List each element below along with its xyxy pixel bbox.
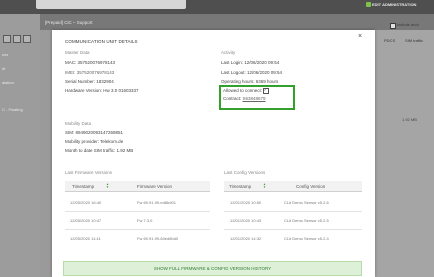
table-cell: 1.92 MB — [402, 117, 417, 122]
table-cell: Fw 69.91.99-ed8bd01 — [137, 200, 176, 205]
tool-button[interactable] — [23, 35, 31, 43]
config-timestamp-header[interactable]: Timestamp — [229, 184, 251, 189]
mac-field: MAC: 357520076978143 — [65, 60, 116, 65]
table-cell: Fw 7.3.0 — [137, 218, 153, 223]
serial-field: Serial Number: 1832904 — [65, 79, 114, 84]
table-cell: 12/05/2020 16:40 — [70, 200, 102, 205]
firmware-heading: Last Firmware Versions — [65, 170, 113, 175]
sidebar-item[interactable]: dr — [2, 66, 6, 71]
close-icon[interactable]: × — [358, 33, 362, 40]
firmware-version-header: Firmware Version — [137, 184, 173, 189]
table-cell: 12/01/2020 14:32 — [230, 236, 262, 241]
operating-hours-field: Operating hours: 6369 hours — [221, 79, 279, 84]
firmware-table-header: Timestamp ▲ ▼ Firmware Version — [65, 181, 210, 192]
contract-field: Contract: S63848679 — [223, 96, 266, 101]
include-archive-checkbox[interactable] — [390, 23, 396, 29]
modal-title: COMMUNICATION UNIT DETAILS — [65, 39, 138, 44]
sidebar-item[interactable]: C - Floating — [2, 107, 23, 112]
last-logout-field: Last Logout: 12/06/2020 09:54 — [221, 70, 283, 75]
allowed-to-connect-label: Allowed to connect: — [223, 88, 263, 94]
table-cell: 12/01/2020 10:50 — [230, 200, 262, 205]
sidebar-item[interactable]: ces — [2, 52, 8, 57]
table-cell: CLit Demo Sensor v5.2.5 — [284, 218, 329, 223]
table-row — [65, 211, 210, 212]
communication-unit-modal: COMMUNICATION UNIT DETAILS × Master Data… — [52, 30, 375, 277]
admin-icon — [366, 2, 371, 7]
table-cell: Fw 69.91.99-60ed8bd0 — [137, 236, 179, 241]
contract-link[interactable]: S63848679 — [243, 96, 266, 101]
table-row — [224, 211, 362, 212]
search-bar[interactable] — [36, 0, 186, 9]
sim-field: SIM: 8949020093147269851 — [65, 130, 124, 135]
show-full-history-button[interactable]: SHOW FULL FIRMWARE & CONFIG VERSION HIST… — [63, 261, 362, 276]
table-cell: CLit Demo Sensor v5.2.6 — [284, 200, 329, 205]
sort-descending-icon[interactable]: ▼ — [263, 186, 266, 189]
table-cell: 12/01/2020 10:43 — [230, 218, 262, 223]
column-header: SIM traffic — [405, 38, 423, 43]
allowed-to-connect-field: Allowed to connect: — [223, 87, 270, 94]
tool-button[interactable] — [3, 35, 11, 43]
edit-administration-link[interactable]: EDIT ADMINISTRATION — [372, 2, 416, 7]
mobility-data-heading: Mobility Data — [65, 121, 92, 126]
sim-traffic-field: Month to date SIM traffic: 1.92 MB — [65, 148, 134, 153]
config-version-header: Config Version — [296, 184, 326, 189]
hardware-field: Hardware Version: Hw 3.0 01603337 — [65, 88, 139, 93]
config-table-header: Timestamp ▲ ▼ Config Version — [224, 181, 362, 192]
table-cell: 12/05/2020 10:47 — [70, 218, 102, 223]
master-data-heading: Master Data — [65, 50, 90, 55]
tool-button[interactable] — [13, 35, 21, 43]
last-login-field: Last Login: 12/06/2020 09:54 — [221, 60, 280, 65]
imei-field: IMEI: 357520076978143 — [65, 70, 115, 75]
table-cell: 12/05/2020 11:41 — [70, 236, 101, 241]
activity-heading: Activity — [221, 50, 236, 55]
contract-label: Contract: — [223, 96, 242, 101]
sidebar-item[interactable]: alation — [2, 80, 14, 85]
sort-descending-icon[interactable]: ▼ — [106, 186, 109, 189]
allowed-to-connect-checkbox[interactable] — [263, 87, 270, 94]
mobility-provider-field: Mobility provider: Telekom.de — [65, 139, 124, 144]
tab-bar — [40, 14, 434, 30]
table-row — [224, 229, 362, 230]
include-archive-label: Include arch — [397, 22, 419, 27]
table-cell: CLit Demo Sensor v5.2.4 — [284, 236, 329, 241]
column-header: PDCS — [384, 38, 396, 43]
toolbar — [3, 30, 39, 43]
tab-title[interactable]: [Prepaid] CiC – Support — [45, 20, 93, 25]
config-heading: Last Config Versions — [224, 170, 266, 175]
table-row — [65, 229, 210, 230]
firmware-timestamp-header[interactable]: Timestamp — [72, 184, 94, 189]
